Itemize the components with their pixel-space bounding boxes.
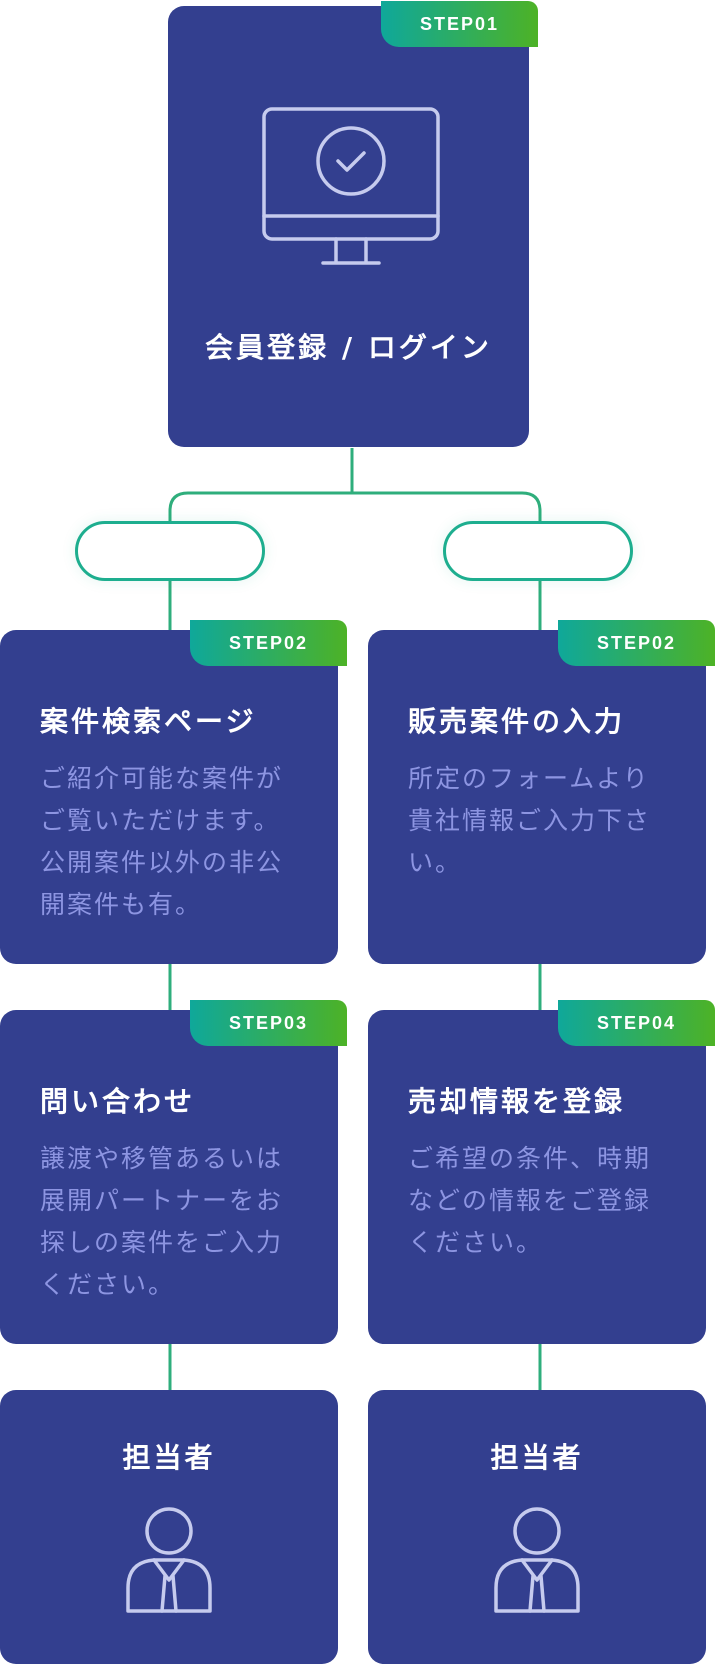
left-step-a-tag: STEP02 bbox=[190, 620, 347, 666]
step1-card: 会員登録 / ログイン bbox=[168, 6, 529, 447]
left-step-b-card: 問い合わせ 譲渡や移管あるいは 展開パートナーをお 探しの案件をご入力 ください… bbox=[0, 1010, 338, 1344]
right-contact-card: 担当者 bbox=[368, 1390, 706, 1664]
branch-pill-right bbox=[443, 521, 633, 581]
left-step-b-tag: STEP03 bbox=[190, 1000, 347, 1046]
left-step-b-title: 問い合わせ bbox=[40, 1085, 196, 1118]
left-contact-card: 担当者 bbox=[0, 1390, 338, 1664]
right-step-b-card: 売却情報を登録 ご希望の条件、時期 などの情報をご登録 ください。 bbox=[368, 1010, 706, 1344]
right-contact-title: 担当者 bbox=[490, 1441, 584, 1474]
right-step-b-tag: STEP04 bbox=[558, 1000, 715, 1046]
left-step-a-desc: ご紹介可能な案件が ご覧いただけます。 公開案件以外の非公 開案件も有。 bbox=[40, 764, 284, 919]
right-step-a-title: 販売案件の入力 bbox=[408, 705, 626, 738]
right-step-b-desc: ご希望の条件、時期 などの情報をご登録 ください。 bbox=[408, 1144, 652, 1257]
computer-monitor-check-icon bbox=[261, 106, 441, 280]
left-step-a-title: 案件検索ページ bbox=[40, 705, 257, 738]
right-step-a-card: 販売案件の入力 所定のフォームより 貴社情報ご入力下さ い。 bbox=[368, 630, 706, 964]
person-icon bbox=[492, 1506, 582, 1620]
person-icon bbox=[124, 1506, 214, 1620]
right-step-a-desc: 所定のフォームより 貴社情報ご入力下さ い。 bbox=[408, 764, 652, 877]
step1-title: 会員登録 / ログイン bbox=[205, 331, 492, 364]
right-step-b-title: 売却情報を登録 bbox=[408, 1085, 626, 1118]
branch-pill-left bbox=[75, 521, 265, 581]
left-step-b-desc: 譲渡や移管あるいは 展開パートナーをお 探しの案件をご入力 ください。 bbox=[40, 1144, 284, 1299]
step1-tag: STEP01 bbox=[381, 1, 538, 47]
left-contact-title: 担当者 bbox=[122, 1441, 216, 1474]
left-step-a-card: 案件検索ページ ご紹介可能な案件が ご覧いただけます。 公開案件以外の非公 開案… bbox=[0, 630, 338, 964]
right-step-a-tag: STEP02 bbox=[558, 620, 715, 666]
